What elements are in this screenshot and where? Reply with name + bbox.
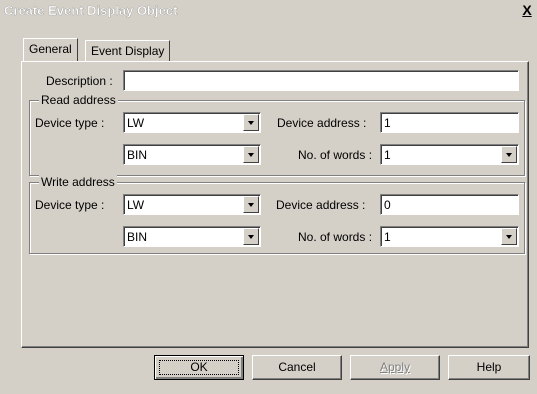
read-address-title: Read address bbox=[39, 93, 118, 107]
apply-button-label: Apply bbox=[379, 360, 411, 374]
write-device-type-value: LW bbox=[127, 198, 145, 212]
cancel-button-label: Cancel bbox=[278, 360, 316, 374]
title-bar: Create Event Display Object X bbox=[0, 0, 537, 22]
tab-general[interactable]: General bbox=[23, 38, 78, 61]
read-no-of-words-value: 1 bbox=[384, 148, 391, 162]
ok-button[interactable]: OK bbox=[154, 355, 244, 380]
help-button[interactable]: Help bbox=[448, 355, 530, 380]
write-device-address-input[interactable]: 0 bbox=[380, 194, 519, 215]
read-device-address-input[interactable]: 1 bbox=[380, 112, 519, 133]
write-no-of-words-value: 1 bbox=[384, 230, 391, 244]
read-format-select[interactable]: BIN bbox=[123, 144, 261, 165]
chevron-down-icon[interactable] bbox=[243, 146, 259, 163]
cancel-button[interactable]: Cancel bbox=[252, 355, 342, 380]
read-format-value: BIN bbox=[127, 148, 148, 162]
read-device-address-label: Device address : bbox=[277, 116, 367, 130]
write-no-of-words-select[interactable]: 1 bbox=[380, 226, 519, 247]
window-title: Create Event Display Object bbox=[4, 3, 178, 18]
chevron-down-icon[interactable] bbox=[501, 146, 517, 163]
description-label: Description : bbox=[46, 74, 113, 88]
apply-button[interactable]: Apply bbox=[350, 355, 440, 380]
write-device-address-label: Device address : bbox=[276, 198, 366, 212]
read-device-type-value: LW bbox=[127, 116, 145, 130]
read-device-type-select[interactable]: LW bbox=[123, 112, 261, 133]
description-input[interactable] bbox=[123, 70, 519, 91]
chevron-down-icon[interactable] bbox=[243, 114, 259, 131]
chevron-down-icon[interactable] bbox=[243, 228, 259, 245]
tab-event-display[interactable]: Event Display bbox=[85, 40, 171, 61]
chevron-down-icon[interactable] bbox=[501, 228, 517, 245]
help-button-label: Help bbox=[476, 360, 502, 374]
focus-rectangle bbox=[159, 360, 239, 375]
write-address-title: Write address bbox=[39, 175, 117, 189]
tab-event-display-label: Event Display bbox=[91, 44, 165, 58]
write-no-of-words-label: No. of words : bbox=[298, 230, 373, 244]
read-no-of-words-label: No. of words : bbox=[298, 148, 373, 162]
tab-general-label: General bbox=[29, 42, 72, 56]
write-format-value: BIN bbox=[127, 230, 148, 244]
write-format-select[interactable]: BIN bbox=[123, 226, 261, 247]
close-icon[interactable]: X bbox=[519, 1, 535, 19]
write-device-type-select[interactable]: LW bbox=[123, 194, 261, 215]
read-device-type-label: Device type : bbox=[35, 116, 105, 130]
read-no-of-words-select[interactable]: 1 bbox=[380, 144, 519, 165]
chevron-down-icon[interactable] bbox=[243, 196, 259, 213]
write-device-type-label: Device type : bbox=[35, 198, 105, 212]
